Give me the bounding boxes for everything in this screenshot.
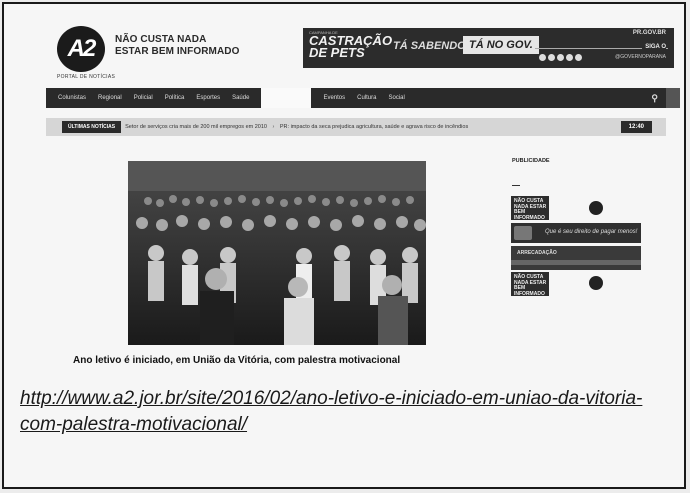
sidebar-ad-2[interactable]: Que é seu direito de pagar menos! — [511, 223, 641, 243]
ticker-time: 12:40 — [620, 121, 652, 133]
sidebar-ad-2-image — [514, 226, 532, 240]
article-url[interactable]: http://www.a2.jor.br/site/2016/02/ano-le… — [20, 386, 670, 438]
publicidade-label: PUBLICIDADE — [512, 158, 550, 164]
ticker-item-1[interactable]: Setor de serviços cria mais de 200 mil e… — [125, 124, 267, 130]
youtube-icon — [566, 54, 573, 61]
nav-item-policial[interactable]: Policial — [128, 95, 159, 101]
banner-pr: PR.GOV.BR — [632, 30, 666, 36]
slogan-line-1: NÃO CUSTA NADA — [115, 34, 207, 45]
sidebar-ad-4-text: NÃO CUSTA NADA ESTAR BEM INFORMADO — [514, 274, 547, 297]
a2-logo-icon — [589, 201, 603, 215]
nav-active-gap — [261, 88, 312, 108]
banner-handle: @GOVERNOPARANA — [615, 54, 666, 60]
banner-social-icons — [539, 54, 582, 61]
nav-item-colunistas[interactable]: Colunistas — [46, 95, 92, 101]
nav-item-social[interactable]: Social — [382, 95, 410, 101]
sidebar-ad-3-strip — [511, 260, 641, 265]
logo-text: A2 — [67, 35, 97, 62]
banner-main-line-2: DE PETS — [309, 45, 365, 60]
slogan-line-2: ESTAR BEM INFORMADO — [115, 46, 240, 57]
flickr-icon — [575, 54, 582, 61]
instagram-icon — [557, 54, 564, 61]
twitter-icon — [548, 54, 555, 61]
publicidade-divider — [512, 185, 520, 186]
sidebar-ad-2-text: Que é seu direito de pagar menos! — [545, 229, 638, 235]
sidebar-ad-4[interactable]: NÃO CUSTA NADA ESTAR BEM INFORMADO — [511, 272, 549, 296]
news-ticker: ÚLTIMAS NOTÍCIAS Setor de serviços cria … — [46, 118, 666, 136]
site-logo[interactable]: A2 PORTAL DE NOTÍCIAS NÃO CUSTA NADA EST… — [57, 26, 257, 84]
article-headline[interactable]: Ano letivo é iniciado, em União da Vitór… — [73, 355, 433, 367]
nav-item-esportes[interactable]: Esportes — [190, 95, 226, 101]
main-nav: Colunistas Regional Policial Política Es… — [46, 88, 666, 108]
nav-item-eventos[interactable]: Eventos — [317, 95, 351, 101]
banner-main-text: CASTRAÇÃO DE PETS — [309, 34, 392, 60]
logo-subtitle: PORTAL DE NOTÍCIAS — [57, 74, 116, 80]
sidebar-ad-3-text: ARRECADAÇÃO — [517, 250, 557, 256]
search-icon[interactable]: ⚲ — [651, 93, 658, 104]
nav-item-saude[interactable]: Saúde — [226, 95, 255, 101]
nav-edge — [666, 88, 680, 108]
sidebar-ad-1-text: NÃO CUSTA NADA ESTAR BEM INFORMADO — [514, 198, 547, 221]
ticker-items[interactable]: Setor de serviços cria mais de 200 mil e… — [121, 124, 621, 130]
header-ad-banner[interactable]: CAMPANHA DE CASTRAÇÃO DE PETS TÁ SABENDO… — [303, 28, 674, 68]
banner-gov: TÁ NO GOV. — [463, 36, 539, 54]
sidebar-ad-3[interactable]: ARRECADAÇÃO — [511, 246, 641, 270]
ticker-label: ÚLTIMAS NOTÍCIAS — [62, 121, 122, 133]
banner-siga: SIGA O — [642, 44, 666, 50]
banner-sabendo: TÁ SABENDO? — [393, 40, 473, 52]
a2-logo-icon — [589, 276, 603, 290]
sidebar-ad-1[interactable]: NÃO CUSTA NADA ESTAR BEM INFORMADO — [511, 196, 549, 220]
nav-item-cultura[interactable]: Cultura — [351, 95, 382, 101]
article-photo[interactable] — [128, 161, 426, 345]
ticker-item-2[interactable]: PR: impacto da seca prejudica agricultur… — [280, 124, 468, 130]
facebook-icon — [539, 54, 546, 61]
slogan: NÃO CUSTA NADA ESTAR BEM INFORMADO — [115, 34, 240, 58]
nav-item-regional[interactable]: Regional — [92, 95, 128, 101]
logo-mark: A2 — [57, 26, 105, 72]
ticker-separator: › — [272, 124, 275, 130]
nav-item-politica[interactable]: Política — [159, 95, 191, 101]
